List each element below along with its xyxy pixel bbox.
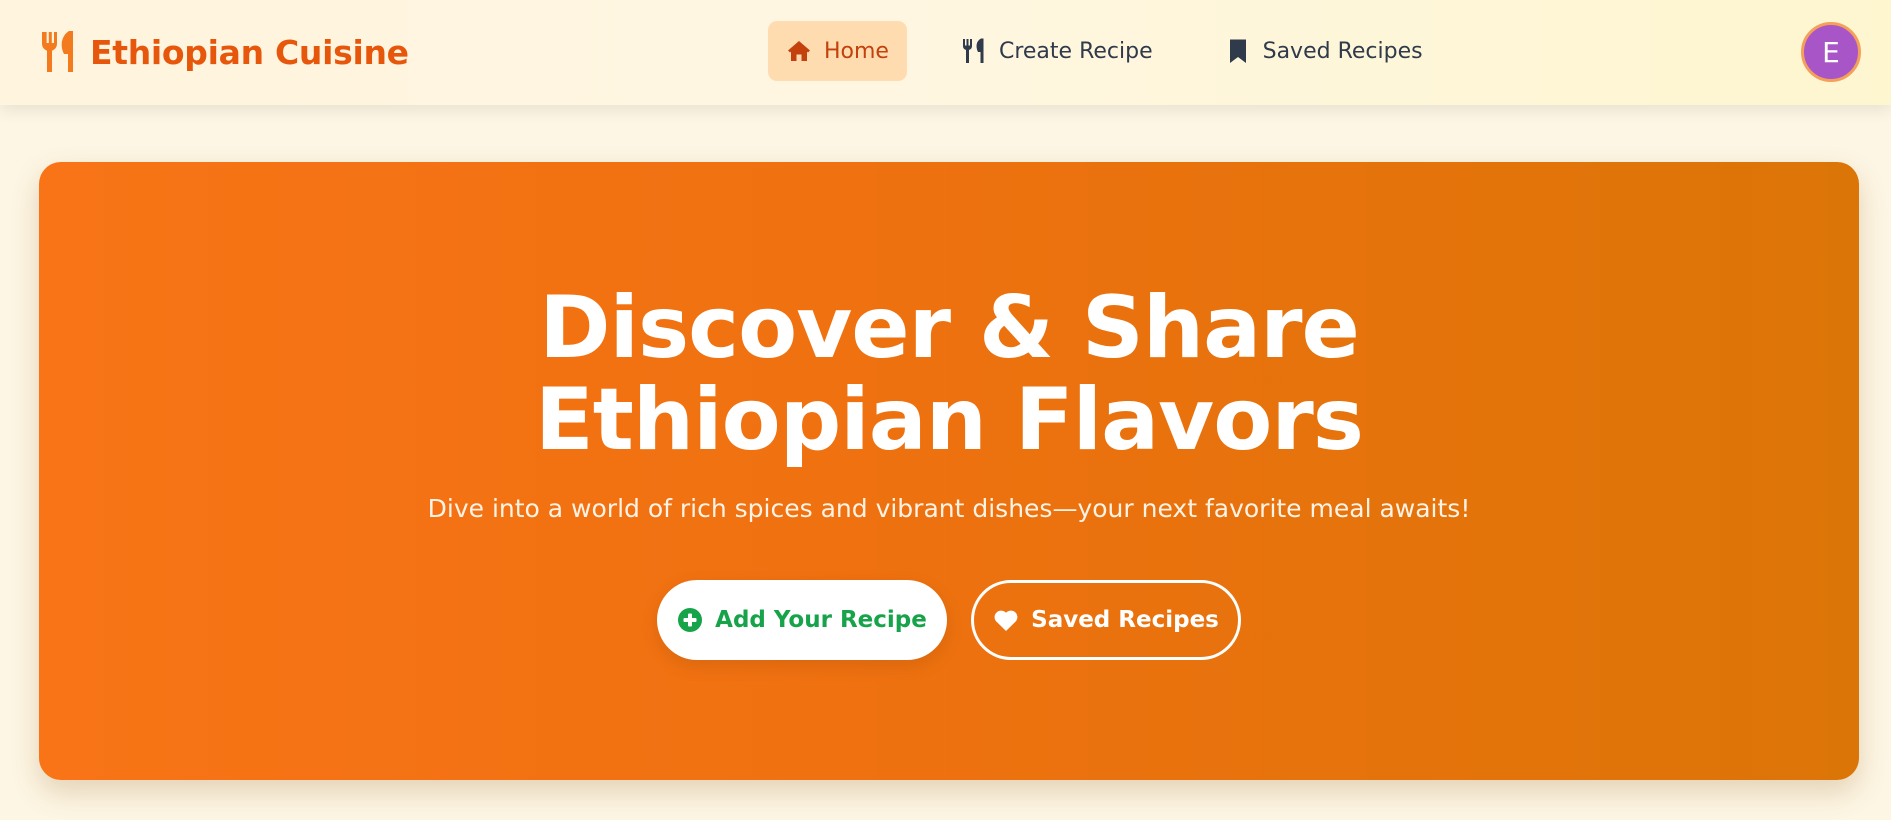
top-navbar: Ethiopian Cuisine Home Create Recipe Sav…: [0, 0, 1891, 105]
hero-title: Discover & Share Ethiopian Flavors: [39, 282, 1859, 466]
saved-recipes-button[interactable]: Saved Recipes: [971, 580, 1241, 660]
nav-home-label: Home: [824, 38, 889, 64]
nav-home[interactable]: Home: [768, 21, 907, 81]
nav-create-recipe[interactable]: Create Recipe: [943, 21, 1171, 81]
heart-icon: [994, 610, 1018, 631]
add-recipe-label: Add Your Recipe: [715, 607, 927, 633]
home-icon: [788, 41, 810, 61]
bookmark-icon: [1229, 39, 1246, 63]
add-recipe-button[interactable]: Add Your Recipe: [657, 580, 947, 660]
hero-banner: Discover & Share Ethiopian Flavors Dive …: [39, 162, 1859, 780]
nav-create-recipe-label: Create Recipe: [998, 38, 1153, 64]
hero-actions: Add Your Recipe Saved Recipes: [39, 580, 1859, 660]
avatar-initial: E: [1822, 35, 1840, 69]
hero-title-line-2: Ethiopian Flavors: [535, 370, 1364, 470]
utensils-icon: [42, 31, 73, 72]
nav-saved-recipes[interactable]: Saved Recipes: [1207, 21, 1441, 81]
utensils-icon: [962, 38, 984, 63]
hero-subtitle: Dive into a world of rich spices and vib…: [427, 494, 1471, 523]
saved-recipes-label: Saved Recipes: [1031, 607, 1219, 633]
main-nav: Home Create Recipe Saved Recipes: [768, 21, 1441, 81]
brand-name: Ethiopian Cuisine: [90, 32, 409, 72]
user-avatar[interactable]: E: [1801, 22, 1861, 82]
nav-saved-recipes-label: Saved Recipes: [1262, 38, 1423, 64]
brand-logo[interactable]: Ethiopian Cuisine: [40, 28, 409, 76]
plus-circle-icon: [678, 608, 703, 632]
hero-title-line-1: Discover & Share: [539, 278, 1360, 378]
